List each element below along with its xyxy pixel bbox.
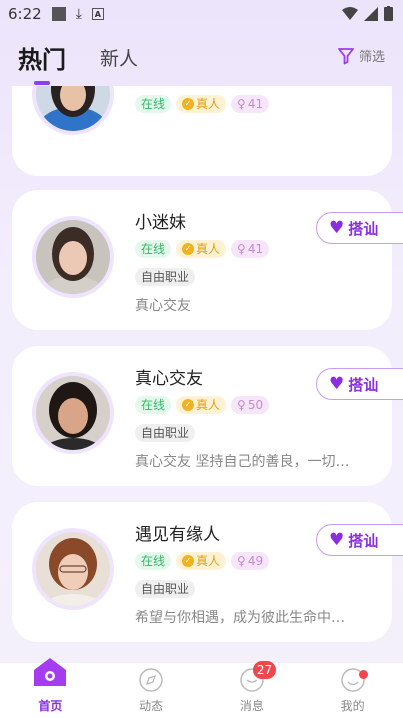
chat-up-button[interactable]: ♥ 搭讪 (316, 368, 403, 400)
nav-label-moments: 动态 (139, 699, 164, 713)
avatar[interactable] (32, 216, 114, 298)
user-bio: 真心交友 (135, 298, 191, 314)
heart-icon: ♥ (329, 218, 345, 238)
female-icon: ♀ (237, 554, 246, 568)
chat-up-button[interactable]: ♥ 搭讪 (316, 212, 403, 244)
tab-hot[interactable]: 热门 (18, 40, 66, 75)
avatar-photo (36, 376, 110, 450)
text-app-icon: A (91, 8, 104, 20)
user-card[interactable]: 在线 ✓真人 ♀41 ♥ 搭讪 (12, 86, 392, 176)
age-tag: ♀ 41 (231, 95, 270, 113)
download-icon: ⤓ (75, 6, 82, 22)
female-icon: ♀ (237, 242, 246, 256)
top-tab-bar: 热门 新人 筛选 (0, 36, 403, 86)
active-tab-indicator (34, 81, 50, 85)
user-name: 真心交友 (135, 369, 203, 389)
user-bio: 希望与你相遇，成为彼此生命中… (135, 610, 345, 626)
online-tag: 在线 (135, 396, 172, 414)
online-tag: 在线 (135, 95, 172, 113)
avatar-photo (36, 532, 110, 606)
status-indicators (342, 6, 393, 21)
heart-icon: ♥ (329, 374, 345, 394)
nav-mine[interactable]: 我的 (302, 663, 403, 718)
nav-home[interactable]: 首页 (0, 658, 101, 718)
nav-label-mine: 我的 (340, 699, 365, 713)
nav-label-home: 首页 (38, 699, 63, 713)
verified-icon: ✓ (182, 243, 195, 255)
online-tag: 在线 (135, 240, 172, 258)
status-bar: 6:22 ⤓ A (0, 0, 403, 28)
chat-up-button[interactable]: ♥ 搭讪 (316, 524, 403, 556)
verified-icon: ✓ (182, 399, 195, 411)
real-person-tag: ✓ 真人 (176, 95, 227, 113)
avatar-photo (36, 220, 110, 294)
unread-count-badge: 27 (252, 661, 277, 679)
age-tag: ♀ 49 (231, 552, 270, 570)
female-icon: ♀ (237, 97, 246, 111)
bottom-navigation: 首页 动态 27 消息 我的 (0, 658, 403, 718)
avatar-photo (36, 86, 110, 131)
notification-app-icon (51, 7, 66, 21)
filter-icon (338, 47, 354, 64)
profile-icon (340, 667, 368, 693)
tab-new[interactable]: 新人 (100, 44, 138, 71)
nav-label-messages: 消息 (239, 699, 264, 713)
job-tag: 自由职业 (135, 268, 196, 286)
nav-moments[interactable]: 动态 (101, 663, 202, 718)
user-card[interactable]: 真心交友 在线 ✓ 真人 ♀ 50 自由职业 真心交友 坚持自己的善良，一切… ♥ … (12, 346, 403, 486)
real-person-tag: ✓ 真人 (176, 552, 227, 570)
filter-button[interactable]: 筛选 (337, 46, 385, 65)
online-tag: 在线 (135, 552, 172, 570)
filter-label: 筛选 (358, 50, 385, 65)
signal-icon (364, 6, 378, 21)
heart-icon: ♥ (329, 530, 345, 550)
verified-icon: ✓ (182, 98, 195, 110)
message-icon: 27 (239, 661, 277, 693)
female-icon: ♀ (237, 398, 246, 412)
status-time: 6:22 (8, 5, 42, 23)
home-icon (34, 658, 67, 693)
user-bio: 真心交友 坚持自己的善良，一切… (135, 454, 350, 470)
avatar[interactable] (32, 372, 114, 454)
avatar[interactable] (32, 86, 114, 135)
job-tag: 自由职业 (135, 580, 196, 598)
user-tags: 在线 ✓ 真人 ♀ 50 (135, 396, 270, 414)
user-tags: 在线 ✓ 真人 ♀ 41 (135, 240, 270, 258)
user-card[interactable]: 小迷妹 在线 ✓ 真人 ♀ 41 自由职业 真心交友 ♥ 搭讪 (12, 190, 403, 330)
user-card-list[interactable]: 在线 ✓真人 ♀41 ♥ 搭讪 小迷妹 在线 ✓真人 ♀41 (0, 86, 403, 662)
job-tag: 自由职业 (135, 424, 196, 442)
user-name: 小迷妹 (135, 213, 186, 233)
nav-messages[interactable]: 27 消息 (202, 661, 303, 718)
user-tags: 在线 ✓ 真人 ♀ 49 (135, 552, 270, 570)
user-name: 遇见有缘人 (135, 525, 220, 545)
user-card[interactable]: 遇见有缘人 在线 ✓ 真人 ♀ 49 自由职业 希望与你相遇，成为彼此生命中… ♥ … (12, 502, 403, 642)
compass-icon (138, 667, 164, 693)
wifi-icon (342, 6, 358, 20)
user-tags: 在线 ✓ 真人 ♀ 41 (135, 95, 270, 113)
battery-icon (384, 6, 393, 21)
age-tag: ♀ 41 (231, 240, 270, 258)
avatar[interactable] (32, 528, 114, 610)
real-person-tag: ✓ 真人 (176, 396, 227, 414)
age-tag: ♀ 50 (231, 396, 270, 414)
verified-icon: ✓ (182, 555, 195, 567)
real-person-tag: ✓ 真人 (176, 240, 227, 258)
notification-dot (358, 670, 368, 679)
